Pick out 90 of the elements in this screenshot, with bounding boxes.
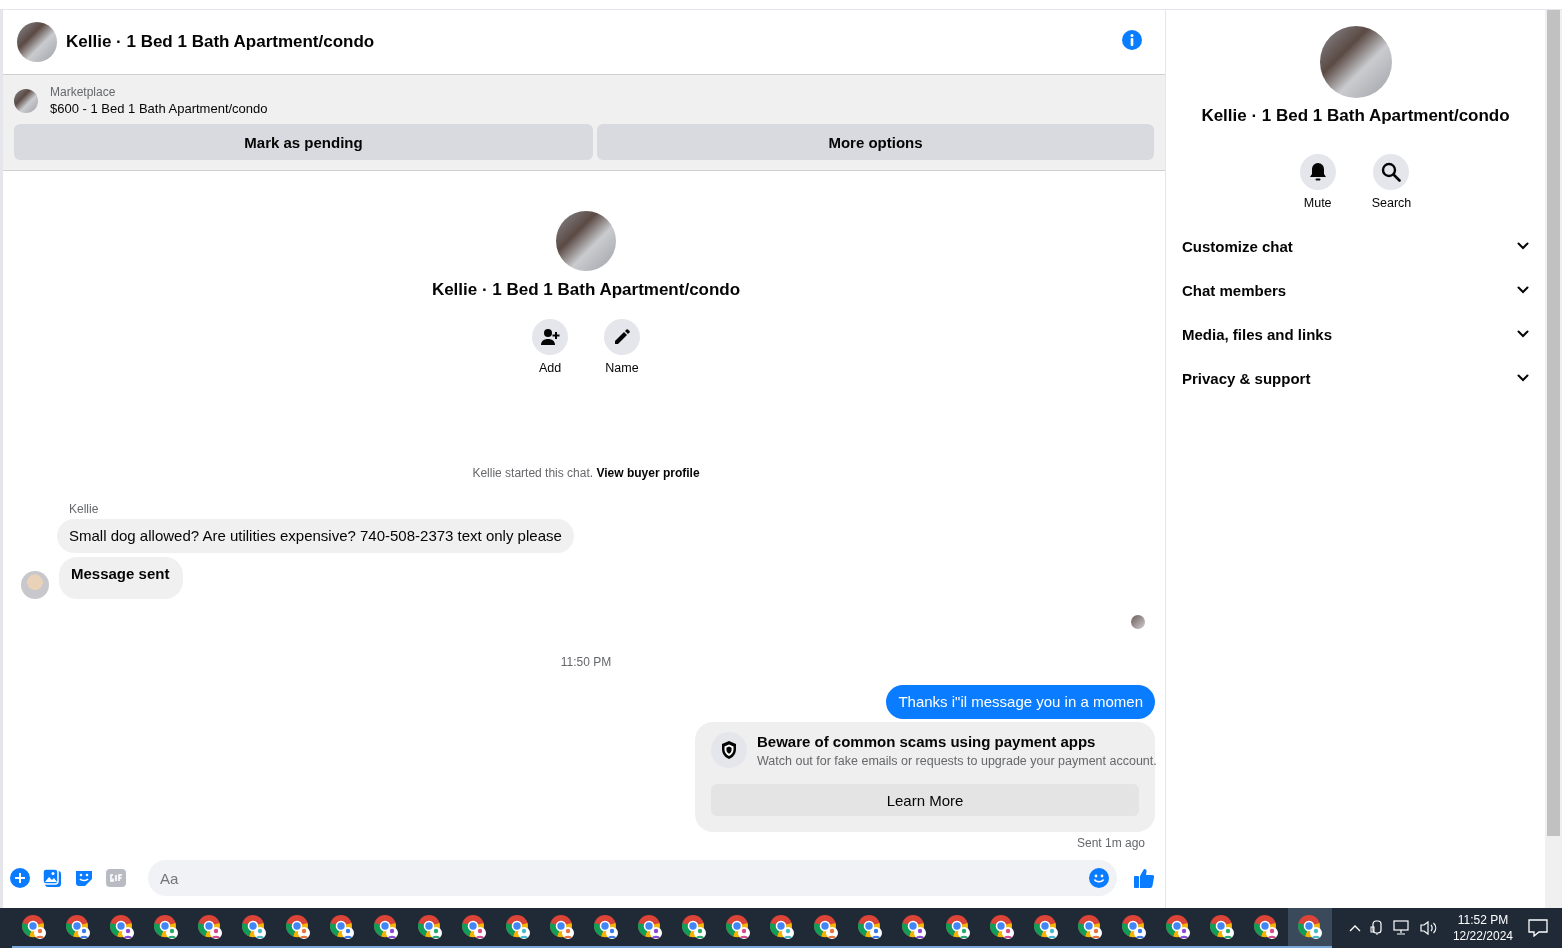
conversation-name: Kellie · 1 Bed 1 Bath Apartment/condo: [431, 280, 741, 300]
speaker-icon[interactable]: [1419, 920, 1438, 936]
add-person-icon: [540, 328, 560, 346]
browser-icon: [1165, 914, 1191, 940]
browser-icon: [461, 914, 487, 940]
browser-icon: [593, 914, 619, 940]
panel-section[interactable]: Customize chat: [1182, 224, 1529, 268]
browser-icon: [637, 914, 663, 940]
emoji-icon[interactable]: [1089, 868, 1109, 888]
warning-text: Watch out for fake emails or requests to upgrade your payment account.: [757, 753, 1157, 770]
listing-action-button[interactable]: Mark as pending: [14, 124, 593, 160]
plus-icon[interactable]: [10, 868, 30, 888]
search-icon: [1381, 162, 1402, 182]
message-input[interactable]: Aa: [148, 860, 1117, 896]
browser-icon: [373, 914, 399, 940]
browser-icon: [1253, 914, 1279, 940]
sent-status: Sent 1m ago: [1075, 836, 1146, 850]
panel-section[interactable]: Media, files and links: [1182, 312, 1529, 356]
browser-icon: [1033, 914, 1059, 940]
panel-section[interactable]: Privacy & support: [1182, 356, 1529, 400]
browser-icon: [65, 914, 91, 940]
info-icon[interactable]: [1121, 29, 1143, 51]
action-label: Search: [1371, 196, 1412, 210]
search-button[interactable]: [1373, 154, 1410, 190]
bell-icon: [1308, 162, 1327, 182]
browser-icon: [901, 914, 927, 940]
message-bubble: Thanks i"il message you in a momen: [886, 685, 1155, 719]
browser-icon: [1297, 914, 1323, 940]
learn-more-button[interactable]: Learn More: [711, 784, 1139, 816]
browser-icon: [945, 914, 971, 940]
clock-time: 11:52 PM: [1457, 912, 1509, 928]
notification-icon[interactable]: [1528, 919, 1548, 937]
listing-action-button[interactable]: More options: [597, 124, 1154, 160]
browser-icon: [813, 914, 839, 940]
avatar-silhouette: [21, 571, 49, 599]
browser-icon: [1209, 914, 1235, 940]
message-bubble: Message sent: [59, 557, 184, 599]
browser-icon: [505, 914, 531, 940]
browser-icon: [681, 914, 707, 940]
warning-title: Beware of common scams using payment apps: [757, 732, 1097, 752]
image-icon[interactable]: [42, 868, 62, 888]
conversation-title: Kellie · 1 Bed 1 Bath Apartment/condo: [66, 32, 376, 52]
browser-icon: [989, 914, 1015, 940]
action-label: Name: [605, 361, 639, 375]
message-bubble: Small dog allowed? Are utilities expensive? 740-508-2373 text only please: [57, 519, 574, 553]
browser-icon: [241, 914, 267, 940]
browser-icon: [285, 914, 311, 940]
conversation-name: Kellie · 1 Bed 1 Bath Apartment/condo: [1201, 106, 1510, 126]
listing-source: Marketplace: [50, 84, 117, 100]
browser-icon: [725, 914, 751, 940]
clock-date: 12/22/2024: [1452, 928, 1513, 944]
network-icon[interactable]: [1392, 920, 1411, 936]
chevron-icon: [1517, 374, 1529, 382]
browser-icon: [549, 914, 575, 940]
chevron-icon: [1517, 242, 1529, 250]
caret-up-icon[interactable]: [1348, 924, 1361, 932]
browser-icon: [769, 914, 795, 940]
chevron-icon: [1517, 286, 1529, 294]
panel-section[interactable]: Chat members: [1182, 268, 1529, 312]
action-label: Mute: [1303, 196, 1332, 210]
add-person-button[interactable]: [532, 319, 568, 355]
listing-photo: [14, 89, 38, 113]
browser-icon: [21, 914, 47, 940]
chevron-icon: [1517, 330, 1529, 338]
edit-name-button[interactable]: [604, 319, 640, 355]
sender-name: Kellie: [69, 502, 100, 516]
read-receipt-avatar: [1131, 615, 1145, 629]
mute-button[interactable]: [1299, 154, 1336, 190]
sticker-icon[interactable]: [74, 868, 94, 888]
thumbs-up-icon[interactable]: [1133, 867, 1155, 889]
shield-icon: [711, 732, 747, 768]
browser-icon: [1077, 914, 1103, 940]
browser-icon: [197, 914, 223, 940]
browser-icon: [329, 914, 355, 940]
chat-start-note: Kellie started this chat. View buyer profile: [471, 466, 701, 480]
browser-icon: [153, 914, 179, 940]
view-buyer-profile-link[interactable]: View buyer profile: [596, 466, 700, 480]
taskbar-app[interactable]: [1288, 908, 1332, 948]
action-label: Add: [538, 361, 562, 375]
scrollbar[interactable]: [1545, 10, 1562, 908]
device-icon[interactable]: [1369, 920, 1384, 936]
conversation-photo: [17, 22, 57, 62]
browser-icon: [417, 914, 443, 940]
browser-icon: [109, 914, 135, 940]
conversation-photo: [556, 211, 616, 271]
timestamp: 11:50 PM: [559, 655, 613, 669]
browser-icon: [1121, 914, 1147, 940]
pencil-icon: [613, 328, 631, 346]
browser-icon: [857, 914, 883, 940]
listing-summary: $600 - 1 Bed 1 Bath Apartment/condo: [50, 100, 268, 118]
